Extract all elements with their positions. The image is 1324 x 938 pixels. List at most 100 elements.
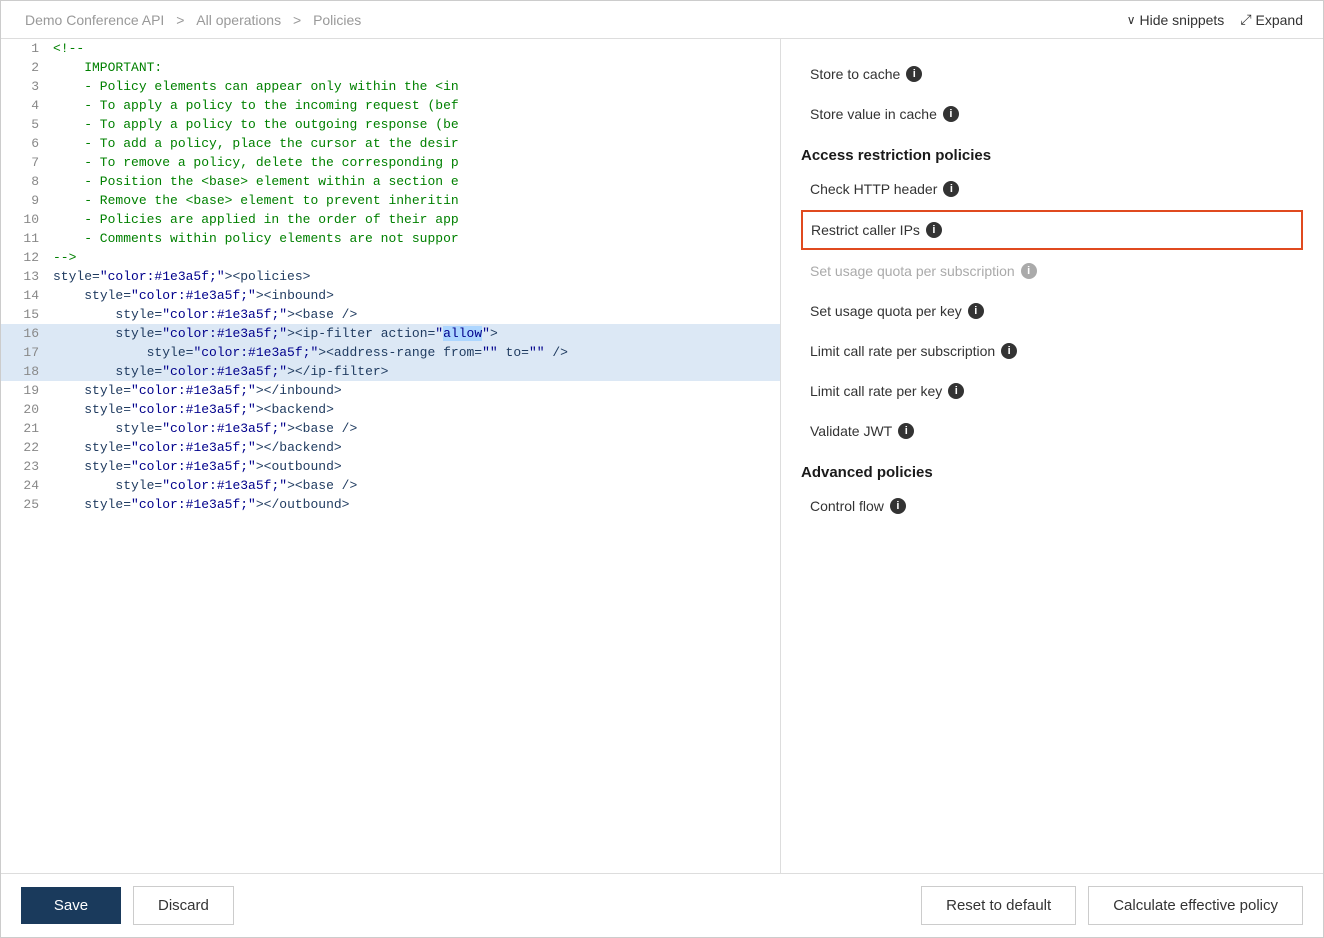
check-http-header-label: Check HTTP header [810,181,937,197]
breadcrumb-part1[interactable]: Demo Conference API [25,12,164,28]
access-restriction-section: Access restriction policies Check HTTP h… [801,147,1303,450]
store-to-cache-label: Store to cache [810,66,900,82]
code-line-row: 4 - To apply a policy to the incoming re… [1,96,780,115]
store-value-in-cache-label: Store value in cache [810,106,937,122]
line-number: 14 [1,286,49,305]
restrict-caller-ips-info-icon[interactable]: i [926,222,942,238]
line-content[interactable]: style="color:#1e3a5f;"></backend> [49,438,780,457]
line-content[interactable]: - Comments within policy elements are no… [49,229,780,248]
expand-button[interactable]: ⤢ Expand [1240,11,1303,28]
check-http-header-info-icon[interactable]: i [943,181,959,197]
policy-item-restrict-caller-ips[interactable]: Restrict caller IPs i [801,210,1303,250]
control-flow-label: Control flow [810,498,884,514]
line-content[interactable]: style="color:#1e3a5f;"><address-range fr… [49,343,780,362]
policy-item-check-http-header[interactable]: Check HTTP header i [801,170,1303,208]
expand-label: Expand [1256,12,1303,28]
breadcrumb-part2[interactable]: All operations [196,12,281,28]
line-content[interactable]: style="color:#1e3a5f;"><base /> [49,419,780,438]
line-number: 20 [1,400,49,419]
line-content[interactable]: style="color:#1e3a5f;"><policies> [49,267,780,286]
line-content[interactable]: style="color:#1e3a5f;"></inbound> [49,381,780,400]
limit-call-rate-per-subscription-label: Limit call rate per subscription [810,343,995,359]
save-button[interactable]: Save [21,887,121,924]
line-content[interactable]: - Policy elements can appear only within… [49,77,780,96]
advanced-policies-section: Advanced policies Control flow i [801,464,1303,525]
line-content[interactable]: - To apply a policy to the outgoing resp… [49,115,780,134]
validate-jwt-info-icon[interactable]: i [898,423,914,439]
line-content[interactable]: - Position the <base> element within a s… [49,172,780,191]
policy-item-store-to-cache[interactable]: Store to cache i [801,55,1303,93]
code-line-row: 11 - Comments within policy elements are… [1,229,780,248]
line-number: 22 [1,438,49,457]
line-content[interactable]: --> [49,248,780,267]
line-number: 10 [1,210,49,229]
policy-item-store-value-in-cache[interactable]: Store value in cache i [801,95,1303,133]
main-content: 1<!--2 IMPORTANT:3 - Policy elements can… [1,39,1323,873]
set-usage-quota-per-subscription-label: Set usage quota per subscription [810,263,1015,279]
line-content[interactable]: style="color:#1e3a5f;"><base /> [49,476,780,495]
reset-to-default-button[interactable]: Reset to default [921,886,1076,925]
line-number: 2 [1,58,49,77]
top-actions: ∨ Hide snippets ⤢ Expand [1127,11,1303,28]
validate-jwt-label: Validate JWT [810,423,892,439]
line-number: 19 [1,381,49,400]
line-number: 9 [1,191,49,210]
code-line-row: 19 style="color:#1e3a5f;"></inbound> [1,381,780,400]
set-usage-quota-per-key-info-icon[interactable]: i [968,303,984,319]
line-content[interactable]: IMPORTANT: [49,58,780,77]
discard-button[interactable]: Discard [133,886,234,925]
line-content[interactable]: style="color:#1e3a5f;"><base /> [49,305,780,324]
breadcrumb: Demo Conference API > All operations > P… [21,12,365,28]
hide-snippets-button[interactable]: ∨ Hide snippets [1127,12,1225,28]
line-content[interactable]: <!-- [49,39,780,58]
policy-item-control-flow[interactable]: Control flow i [801,487,1303,525]
code-line-row: 14 style="color:#1e3a5f;"><inbound> [1,286,780,305]
breadcrumb-sep2: > [293,12,301,28]
line-content[interactable]: - To apply a policy to the incoming requ… [49,96,780,115]
code-line-row: 5 - To apply a policy to the outgoing re… [1,115,780,134]
line-content[interactable]: style="color:#1e3a5f;"></ip-filter> [49,362,780,381]
code-line-row: 18 style="color:#1e3a5f;"></ip-filter> [1,362,780,381]
line-number: 23 [1,457,49,476]
store-to-cache-info-icon[interactable]: i [906,66,922,82]
calculate-effective-policy-button[interactable]: Calculate effective policy [1088,886,1303,925]
line-number: 13 [1,267,49,286]
line-content[interactable]: style="color:#1e3a5f;"><outbound> [49,457,780,476]
line-content[interactable]: style="color:#1e3a5f;"></outbound> [49,495,780,514]
line-number: 11 [1,229,49,248]
line-number: 1 [1,39,49,58]
control-flow-info-icon[interactable]: i [890,498,906,514]
line-number: 7 [1,153,49,172]
limit-call-rate-per-key-label: Limit call rate per key [810,383,942,399]
line-content[interactable]: - Policies are applied in the order of t… [49,210,780,229]
policy-item-limit-call-rate-per-key[interactable]: Limit call rate per key i [801,372,1303,410]
line-number: 15 [1,305,49,324]
code-line-row: 13style="color:#1e3a5f;"><policies> [1,267,780,286]
right-panel: Store to cache i Store value in cache i … [781,39,1323,873]
line-content[interactable]: style="color:#1e3a5f;"><inbound> [49,286,780,305]
code-editor[interactable]: 1<!--2 IMPORTANT:3 - Policy elements can… [1,39,781,873]
code-line-row: 8 - Position the <base> element within a… [1,172,780,191]
line-number: 12 [1,248,49,267]
line-number: 4 [1,96,49,115]
line-number: 25 [1,495,49,514]
line-number: 17 [1,343,49,362]
set-usage-quota-per-subscription-info-icon: i [1021,263,1037,279]
restrict-caller-ips-label: Restrict caller IPs [811,222,920,238]
code-line-row: 20 style="color:#1e3a5f;"><backend> [1,400,780,419]
policy-item-validate-jwt[interactable]: Validate JWT i [801,412,1303,450]
code-line-row: 9 - Remove the <base> element to prevent… [1,191,780,210]
line-number: 5 [1,115,49,134]
set-usage-quota-per-key-label: Set usage quota per key [810,303,962,319]
limit-call-rate-per-subscription-info-icon[interactable]: i [1001,343,1017,359]
line-content[interactable]: style="color:#1e3a5f;"><ip-filter action… [49,324,780,343]
line-number: 6 [1,134,49,153]
line-content[interactable]: style="color:#1e3a5f;"><backend> [49,400,780,419]
limit-call-rate-per-key-info-icon[interactable]: i [948,383,964,399]
line-content[interactable]: - Remove the <base> element to prevent i… [49,191,780,210]
policy-item-set-usage-quota-per-key[interactable]: Set usage quota per key i [801,292,1303,330]
line-content[interactable]: - To remove a policy, delete the corresp… [49,153,780,172]
store-value-in-cache-info-icon[interactable]: i [943,106,959,122]
line-content[interactable]: - To add a policy, place the cursor at t… [49,134,780,153]
policy-item-limit-call-rate-per-subscription[interactable]: Limit call rate per subscription i [801,332,1303,370]
